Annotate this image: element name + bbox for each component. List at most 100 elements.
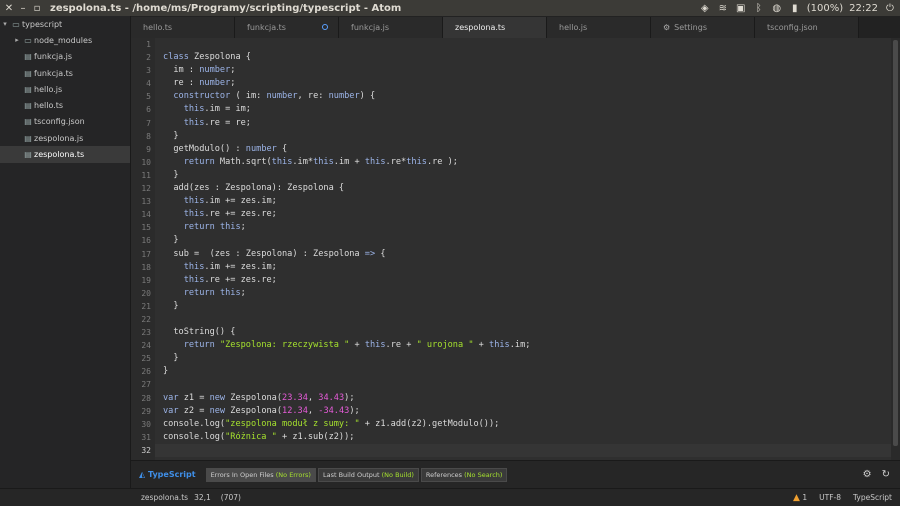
text-editor[interactable]: 1 2 3 4 5 6 7 8 9 10 11 12 13 14 15 16 17 18 19 20 21 22 23 24 2… bbox=[131, 38, 891, 460]
status-file[interactable]: zespolona.ts bbox=[141, 493, 188, 502]
bluetooth-icon[interactable]: ᛒ bbox=[753, 3, 765, 14]
typescript-logo-icon: ◭ bbox=[139, 470, 146, 479]
panel-button[interactable]: Last Build Output (No Build) bbox=[317, 467, 419, 482]
minimize-icon[interactable]: – bbox=[16, 3, 30, 14]
line-number: 31 bbox=[141, 432, 151, 442]
status-grammar[interactable]: TypeScript bbox=[853, 493, 892, 502]
file-icon: ▤ bbox=[24, 150, 32, 160]
chevron-right-icon: ▸ bbox=[15, 36, 19, 45]
battery-icon[interactable]: ▮ bbox=[789, 3, 801, 14]
code-line[interactable]: } bbox=[163, 352, 891, 365]
code-line[interactable]: console.log("zespolona moduł z sumy: " +… bbox=[163, 418, 891, 431]
wifi-icon[interactable]: ≋ bbox=[717, 3, 729, 14]
code-line[interactable] bbox=[163, 313, 891, 326]
code-area[interactable]: class Zespolona { im : number; re : numb… bbox=[155, 38, 891, 457]
tree-item-label: zespolona.ts bbox=[34, 150, 85, 160]
keyboard-icon[interactable]: ▣ bbox=[735, 3, 747, 14]
code-line[interactable]: return this; bbox=[163, 287, 891, 300]
maximize-icon[interactable]: ▫ bbox=[30, 3, 44, 14]
folder-icon: ▭ bbox=[12, 19, 20, 29]
tab-label: tsconfig.json bbox=[767, 23, 818, 32]
line-number-gutter: 1 2 3 4 5 6 7 8 9 10 11 12 13 14 15 16 17 18 19 20 21 22 23 24 2… bbox=[131, 38, 155, 460]
settings-sliders-icon[interactable]: ⚙ bbox=[863, 469, 872, 480]
scrollbar-thumb[interactable] bbox=[893, 40, 898, 446]
code-line[interactable]: this.re += zes.re; bbox=[163, 274, 891, 287]
code-line[interactable]: return Math.sqrt(this.im*this.im + this.… bbox=[163, 156, 891, 169]
status-encoding[interactable]: UTF-8 bbox=[819, 493, 841, 502]
code-line[interactable]: console.log("Różnica " + z1.sub(z2)); bbox=[163, 431, 891, 444]
dropbox-icon[interactable]: ◈ bbox=[699, 3, 711, 14]
power-icon[interactable]: ⏻ bbox=[884, 3, 896, 14]
line-number: 27 bbox=[141, 380, 151, 390]
chevron-down-icon: ▾ bbox=[3, 20, 7, 29]
code-line[interactable]: } bbox=[163, 169, 891, 182]
tree-item-label: zespolona.js bbox=[34, 133, 84, 143]
code-line[interactable] bbox=[163, 378, 891, 391]
code-line[interactable]: } bbox=[163, 300, 891, 313]
code-line[interactable]: this.im += zes.im; bbox=[163, 261, 891, 274]
code-line[interactable]: toString() { bbox=[163, 326, 891, 339]
code-line[interactable]: this.im += zes.im; bbox=[163, 195, 891, 208]
tree-item[interactable]: ▤ zespolona.ts bbox=[0, 146, 130, 163]
code-line[interactable]: re : number; bbox=[163, 77, 891, 90]
tree-item[interactable]: ▤ funkcja.ts bbox=[0, 65, 130, 81]
code-line[interactable]: im : number; bbox=[163, 64, 891, 77]
panel-button[interactable]: Errors In Open Files (No Errors) bbox=[205, 467, 316, 482]
status-warnings[interactable]: ▲ 1 bbox=[793, 493, 807, 503]
vertical-scrollbar[interactable] bbox=[891, 38, 900, 460]
line-number: 26 bbox=[141, 367, 151, 377]
line-number: 19 bbox=[141, 275, 151, 285]
code-line[interactable]: var z2 = new Zespolona(12.34, -34.43); bbox=[163, 405, 891, 418]
code-line[interactable]: this.im = im; bbox=[163, 103, 891, 116]
typescript-panel: ◭ TypeScript Errors In Open Files (No Er… bbox=[131, 460, 900, 488]
tree-item[interactable]: ▤ hello.ts bbox=[0, 97, 130, 113]
tree-item[interactable]: ▤ hello.js bbox=[0, 81, 130, 97]
tab[interactable]: tsconfig.json bbox=[755, 17, 859, 38]
tree-item-label: hello.ts bbox=[34, 101, 64, 111]
tree-item[interactable]: ▤ funkcja.js bbox=[0, 49, 130, 65]
clock[interactable]: 22:22 bbox=[849, 3, 878, 14]
tab[interactable]: hello.js bbox=[547, 17, 651, 38]
refresh-icon[interactable]: ↻ bbox=[882, 469, 890, 480]
tab[interactable]: funkcja.ts bbox=[235, 17, 339, 38]
close-icon[interactable]: ✕ bbox=[2, 3, 16, 14]
tab-label: funkcja.js bbox=[351, 23, 390, 32]
panel-button-label: Last Build Output bbox=[322, 470, 380, 479]
code-line[interactable]: return "Zespolona: rzeczywista " + this.… bbox=[163, 339, 891, 352]
tree-item[interactable]: ▸ ▭ node_modules bbox=[0, 32, 130, 48]
code-line[interactable]: sub = (zes : Zespolona) : Zespolona => { bbox=[163, 248, 891, 261]
line-number: 10 bbox=[141, 157, 151, 167]
status-cursor[interactable]: 32,1 bbox=[194, 493, 211, 502]
tree-root[interactable]: ▾ ▭ typescript bbox=[0, 16, 130, 32]
tab[interactable]: ⚙ Settings bbox=[651, 17, 755, 38]
panel-button[interactable]: References (No Search) bbox=[420, 467, 508, 482]
code-line[interactable]: this.re = re; bbox=[163, 117, 891, 130]
panel-button-badge: (No Errors) bbox=[275, 470, 311, 479]
line-number: 24 bbox=[141, 341, 151, 351]
tab-label: funkcja.ts bbox=[247, 23, 286, 32]
status-chars: (707) bbox=[220, 493, 241, 502]
code-line[interactable]: } bbox=[163, 365, 891, 378]
tab[interactable]: hello.ts bbox=[131, 17, 235, 38]
code-line[interactable]: add(zes : Zespolona): Zespolona { bbox=[163, 182, 891, 195]
tree-item[interactable]: ▤ tsconfig.json bbox=[0, 114, 130, 130]
code-line[interactable]: } bbox=[163, 234, 891, 247]
line-number: 17 bbox=[141, 249, 151, 259]
line-number: 4 bbox=[146, 79, 151, 89]
code-line[interactable] bbox=[163, 38, 891, 51]
code-line[interactable]: this.re += zes.re; bbox=[163, 208, 891, 221]
code-line[interactable]: } bbox=[163, 130, 891, 143]
code-line[interactable]: getModulo() : number { bbox=[163, 143, 891, 156]
tree-item[interactable]: ▤ zespolona.js bbox=[0, 130, 130, 146]
code-line[interactable]: return this; bbox=[163, 221, 891, 234]
code-line[interactable]: constructor ( im: number, re: number) { bbox=[163, 90, 891, 103]
bell-icon[interactable]: ◍ bbox=[771, 3, 783, 14]
tab[interactable]: zespolona.ts bbox=[443, 17, 547, 38]
code-line[interactable] bbox=[155, 443, 891, 457]
line-number: 18 bbox=[141, 262, 151, 272]
code-line[interactable]: class Zespolona { bbox=[163, 51, 891, 64]
code-line[interactable]: var z1 = new Zespolona(23.34, 34.43); bbox=[163, 392, 891, 405]
tab[interactable]: funkcja.js bbox=[339, 17, 443, 38]
file-icon: ▤ bbox=[24, 52, 32, 62]
panel-button-label: Errors In Open Files bbox=[210, 470, 274, 479]
